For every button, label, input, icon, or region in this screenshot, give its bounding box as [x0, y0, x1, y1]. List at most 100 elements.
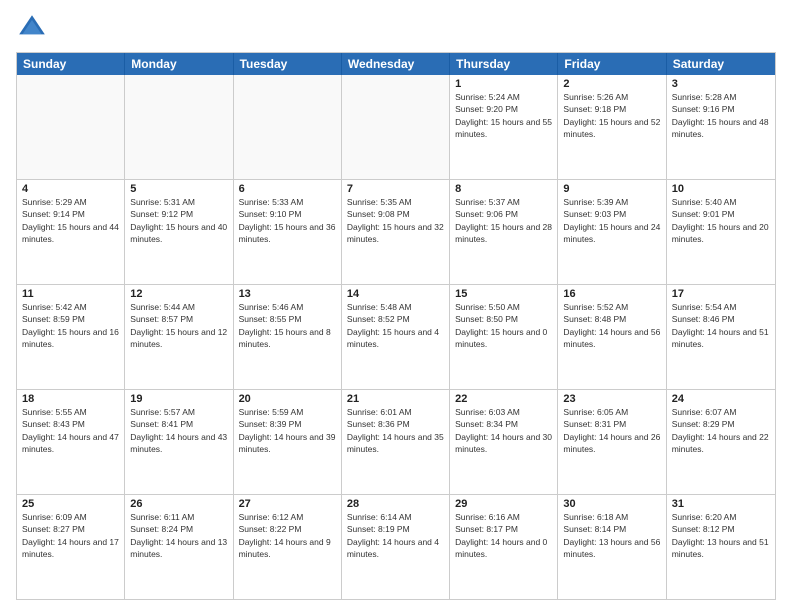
- sun-info: Sunrise: 5:57 AMSunset: 8:41 PMDaylight:…: [130, 406, 227, 455]
- sun-info: Sunrise: 6:07 AMSunset: 8:29 PMDaylight:…: [672, 406, 770, 455]
- sun-info: Sunrise: 5:26 AMSunset: 9:18 PMDaylight:…: [563, 91, 660, 140]
- calendar-cell: 30Sunrise: 6:18 AMSunset: 8:14 PMDayligh…: [558, 495, 666, 599]
- sun-info: Sunrise: 5:37 AMSunset: 9:06 PMDaylight:…: [455, 196, 552, 245]
- day-number: 9: [563, 183, 660, 195]
- day-number: 4: [22, 183, 119, 195]
- sun-info: Sunrise: 5:42 AMSunset: 8:59 PMDaylight:…: [22, 301, 119, 350]
- day-number: 23: [563, 393, 660, 405]
- day-number: 21: [347, 393, 444, 405]
- sun-info: Sunrise: 5:24 AMSunset: 9:20 PMDaylight:…: [455, 91, 552, 140]
- day-number: 1: [455, 78, 552, 90]
- calendar-cell: 3Sunrise: 5:28 AMSunset: 9:16 PMDaylight…: [667, 75, 775, 179]
- day-number: 22: [455, 393, 552, 405]
- day-number: 5: [130, 183, 227, 195]
- weekday-header-monday: Monday: [125, 53, 233, 75]
- day-number: 11: [22, 288, 119, 300]
- sun-info: Sunrise: 6:12 AMSunset: 8:22 PMDaylight:…: [239, 511, 336, 560]
- calendar-cell: 10Sunrise: 5:40 AMSunset: 9:01 PMDayligh…: [667, 180, 775, 284]
- calendar-cell: 8Sunrise: 5:37 AMSunset: 9:06 PMDaylight…: [450, 180, 558, 284]
- sun-info: Sunrise: 6:20 AMSunset: 8:12 PMDaylight:…: [672, 511, 770, 560]
- day-number: 14: [347, 288, 444, 300]
- day-number: 12: [130, 288, 227, 300]
- sun-info: Sunrise: 5:59 AMSunset: 8:39 PMDaylight:…: [239, 406, 336, 455]
- sun-info: Sunrise: 5:29 AMSunset: 9:14 PMDaylight:…: [22, 196, 119, 245]
- calendar-cell: 24Sunrise: 6:07 AMSunset: 8:29 PMDayligh…: [667, 390, 775, 494]
- day-number: 8: [455, 183, 552, 195]
- sun-info: Sunrise: 5:50 AMSunset: 8:50 PMDaylight:…: [455, 301, 552, 350]
- sun-info: Sunrise: 5:31 AMSunset: 9:12 PMDaylight:…: [130, 196, 227, 245]
- weekday-header-sunday: Sunday: [17, 53, 125, 75]
- calendar-cell: 27Sunrise: 6:12 AMSunset: 8:22 PMDayligh…: [234, 495, 342, 599]
- sun-info: Sunrise: 5:35 AMSunset: 9:08 PMDaylight:…: [347, 196, 444, 245]
- sun-info: Sunrise: 5:55 AMSunset: 8:43 PMDaylight:…: [22, 406, 119, 455]
- calendar-cell: 18Sunrise: 5:55 AMSunset: 8:43 PMDayligh…: [17, 390, 125, 494]
- calendar-cell: 21Sunrise: 6:01 AMSunset: 8:36 PMDayligh…: [342, 390, 450, 494]
- sun-info: Sunrise: 5:48 AMSunset: 8:52 PMDaylight:…: [347, 301, 444, 350]
- day-number: 31: [672, 498, 770, 510]
- weekday-header-friday: Friday: [558, 53, 666, 75]
- day-number: 29: [455, 498, 552, 510]
- day-number: 28: [347, 498, 444, 510]
- calendar-cell: 28Sunrise: 6:14 AMSunset: 8:19 PMDayligh…: [342, 495, 450, 599]
- sun-info: Sunrise: 5:46 AMSunset: 8:55 PMDaylight:…: [239, 301, 336, 350]
- sun-info: Sunrise: 6:14 AMSunset: 8:19 PMDaylight:…: [347, 511, 444, 560]
- sun-info: Sunrise: 6:18 AMSunset: 8:14 PMDaylight:…: [563, 511, 660, 560]
- sun-info: Sunrise: 6:09 AMSunset: 8:27 PMDaylight:…: [22, 511, 119, 560]
- sun-info: Sunrise: 6:03 AMSunset: 8:34 PMDaylight:…: [455, 406, 552, 455]
- calendar-row: 18Sunrise: 5:55 AMSunset: 8:43 PMDayligh…: [17, 389, 775, 494]
- sun-info: Sunrise: 5:54 AMSunset: 8:46 PMDaylight:…: [672, 301, 770, 350]
- calendar-cell: 17Sunrise: 5:54 AMSunset: 8:46 PMDayligh…: [667, 285, 775, 389]
- calendar-cell: 6Sunrise: 5:33 AMSunset: 9:10 PMDaylight…: [234, 180, 342, 284]
- sun-info: Sunrise: 6:11 AMSunset: 8:24 PMDaylight:…: [130, 511, 227, 560]
- day-number: 2: [563, 78, 660, 90]
- calendar: SundayMondayTuesdayWednesdayThursdayFrid…: [16, 52, 776, 600]
- sun-info: Sunrise: 5:44 AMSunset: 8:57 PMDaylight:…: [130, 301, 227, 350]
- day-number: 6: [239, 183, 336, 195]
- calendar-cell: 16Sunrise: 5:52 AMSunset: 8:48 PMDayligh…: [558, 285, 666, 389]
- day-number: 27: [239, 498, 336, 510]
- day-number: 20: [239, 393, 336, 405]
- weekday-header-wednesday: Wednesday: [342, 53, 450, 75]
- calendar-cell: 2Sunrise: 5:26 AMSunset: 9:18 PMDaylight…: [558, 75, 666, 179]
- weekday-header-thursday: Thursday: [450, 53, 558, 75]
- logo-icon: [16, 12, 48, 44]
- day-number: 30: [563, 498, 660, 510]
- calendar-cell: 22Sunrise: 6:03 AMSunset: 8:34 PMDayligh…: [450, 390, 558, 494]
- header: [16, 12, 776, 44]
- calendar-row: 11Sunrise: 5:42 AMSunset: 8:59 PMDayligh…: [17, 284, 775, 389]
- day-number: 26: [130, 498, 227, 510]
- day-number: 10: [672, 183, 770, 195]
- sun-info: Sunrise: 6:01 AMSunset: 8:36 PMDaylight:…: [347, 406, 444, 455]
- page: SundayMondayTuesdayWednesdayThursdayFrid…: [0, 0, 792, 612]
- sun-info: Sunrise: 5:40 AMSunset: 9:01 PMDaylight:…: [672, 196, 770, 245]
- calendar-cell: 11Sunrise: 5:42 AMSunset: 8:59 PMDayligh…: [17, 285, 125, 389]
- calendar-cell: 26Sunrise: 6:11 AMSunset: 8:24 PMDayligh…: [125, 495, 233, 599]
- calendar-cell: [234, 75, 342, 179]
- day-number: 15: [455, 288, 552, 300]
- calendar-cell: 23Sunrise: 6:05 AMSunset: 8:31 PMDayligh…: [558, 390, 666, 494]
- calendar-cell: [342, 75, 450, 179]
- calendar-row: 1Sunrise: 5:24 AMSunset: 9:20 PMDaylight…: [17, 75, 775, 179]
- logo: [16, 12, 52, 44]
- calendar-cell: 5Sunrise: 5:31 AMSunset: 9:12 PMDaylight…: [125, 180, 233, 284]
- calendar-cell: 15Sunrise: 5:50 AMSunset: 8:50 PMDayligh…: [450, 285, 558, 389]
- calendar-cell: 31Sunrise: 6:20 AMSunset: 8:12 PMDayligh…: [667, 495, 775, 599]
- calendar-cell: 12Sunrise: 5:44 AMSunset: 8:57 PMDayligh…: [125, 285, 233, 389]
- sun-info: Sunrise: 5:28 AMSunset: 9:16 PMDaylight:…: [672, 91, 770, 140]
- calendar-body: 1Sunrise: 5:24 AMSunset: 9:20 PMDaylight…: [17, 75, 775, 599]
- calendar-cell: 13Sunrise: 5:46 AMSunset: 8:55 PMDayligh…: [234, 285, 342, 389]
- sun-info: Sunrise: 6:16 AMSunset: 8:17 PMDaylight:…: [455, 511, 552, 560]
- calendar-cell: 19Sunrise: 5:57 AMSunset: 8:41 PMDayligh…: [125, 390, 233, 494]
- calendar-row: 25Sunrise: 6:09 AMSunset: 8:27 PMDayligh…: [17, 494, 775, 599]
- weekday-header-tuesday: Tuesday: [234, 53, 342, 75]
- calendar-cell: 9Sunrise: 5:39 AMSunset: 9:03 PMDaylight…: [558, 180, 666, 284]
- day-number: 13: [239, 288, 336, 300]
- day-number: 7: [347, 183, 444, 195]
- calendar-cell: 7Sunrise: 5:35 AMSunset: 9:08 PMDaylight…: [342, 180, 450, 284]
- day-number: 17: [672, 288, 770, 300]
- day-number: 25: [22, 498, 119, 510]
- calendar-cell: 4Sunrise: 5:29 AMSunset: 9:14 PMDaylight…: [17, 180, 125, 284]
- calendar-cell: [125, 75, 233, 179]
- calendar-cell: [17, 75, 125, 179]
- weekday-header-saturday: Saturday: [667, 53, 775, 75]
